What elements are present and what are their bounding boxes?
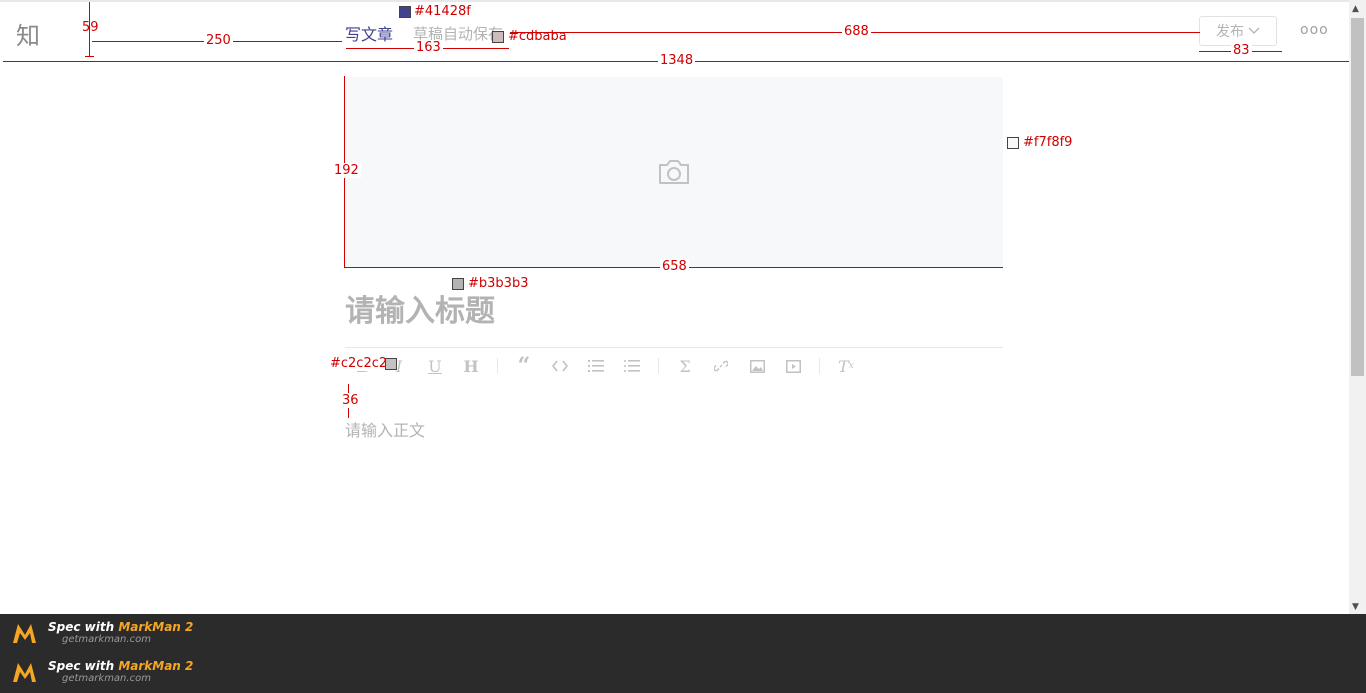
dim-write-width: 163 xyxy=(414,40,443,55)
toolbar-separator xyxy=(819,358,820,374)
dim-logo-gap: 250 xyxy=(204,33,233,48)
scroll-down-arrow-icon[interactable]: ▼ xyxy=(1352,602,1359,612)
spec-prefix: Spec with xyxy=(48,659,119,673)
unordered-list-icon[interactable] xyxy=(614,352,650,380)
markman-badge: Spec with MarkMan 2 getmarkman.com xyxy=(12,660,193,684)
markman-brand: MarkMan 2 xyxy=(118,620,194,634)
color-swatch xyxy=(1007,137,1019,149)
markman-url: getmarkman.com xyxy=(62,634,151,645)
markman-badge: Spec with MarkMan 2 getmarkman.com xyxy=(12,621,193,645)
markman-logo-icon xyxy=(13,663,36,682)
heading-icon[interactable]: H xyxy=(453,352,489,380)
dim-publish-gap: 688 xyxy=(842,24,871,39)
markman-footer xyxy=(0,614,1366,693)
quote-icon[interactable]: “ xyxy=(506,352,542,380)
dim-cover-width: 658 xyxy=(660,259,689,274)
title-input[interactable]: 请输入标题 xyxy=(345,286,495,330)
markman-url: getmarkman.com xyxy=(62,673,151,684)
scrollbar-thumb[interactable] xyxy=(1351,18,1364,376)
body-input[interactable]: 请输入正文 xyxy=(345,417,425,441)
ordered-list-icon[interactable] xyxy=(578,352,614,380)
formula-icon[interactable]: Σ xyxy=(667,352,703,380)
editor-toolbar: B I U H “ Σ Tx xyxy=(345,352,864,380)
image-icon[interactable] xyxy=(739,352,775,380)
code-icon[interactable] xyxy=(542,352,578,380)
color-label-title: #41428f xyxy=(414,4,471,19)
color-label-toolbar: #c2c2c2 xyxy=(330,356,388,371)
color-swatch xyxy=(452,278,464,290)
dim-toolbar-gap: 36 xyxy=(340,393,361,408)
color-label-placeholder: #b3b3b3 xyxy=(468,276,529,291)
color-swatch xyxy=(492,31,504,43)
link-icon[interactable] xyxy=(703,352,739,380)
scroll-up-arrow-icon[interactable]: ▲ xyxy=(1352,4,1359,14)
page-title: 写文章 xyxy=(345,25,394,44)
cover-image-upload[interactable] xyxy=(345,77,1003,267)
dim-line xyxy=(85,56,94,57)
toolbar-separator xyxy=(658,358,659,374)
dim-header-height: 59 xyxy=(82,20,99,35)
more-options-button[interactable]: ooo xyxy=(1300,22,1329,38)
clear-format-icon[interactable]: Tx xyxy=(828,352,864,380)
toolbar-separator xyxy=(497,358,498,374)
dim-page-width: 1348 xyxy=(658,53,696,68)
dim-cover-height: 192 xyxy=(332,163,361,178)
color-label-draft: #cdbaba xyxy=(508,29,567,44)
top-border xyxy=(0,0,1366,2)
spec-prefix: Spec with xyxy=(48,620,119,634)
markman-brand: MarkMan 2 xyxy=(118,659,194,673)
underline-icon[interactable]: U xyxy=(417,352,453,380)
chevron-down-icon xyxy=(1248,27,1260,34)
video-icon[interactable] xyxy=(775,352,811,380)
camera-icon xyxy=(659,160,689,184)
color-swatch xyxy=(399,6,411,18)
color-swatch xyxy=(385,358,397,370)
color-label-cover: #f7f8f9 xyxy=(1023,135,1073,150)
zhihu-logo[interactable]: 知 xyxy=(16,16,40,51)
dim-publish-width: 83 xyxy=(1231,43,1252,58)
publish-label: 发布 xyxy=(1216,24,1244,40)
markman-logo-icon xyxy=(13,624,36,643)
title-divider xyxy=(345,347,1003,348)
publish-button[interactable]: 发布 xyxy=(1199,16,1277,46)
